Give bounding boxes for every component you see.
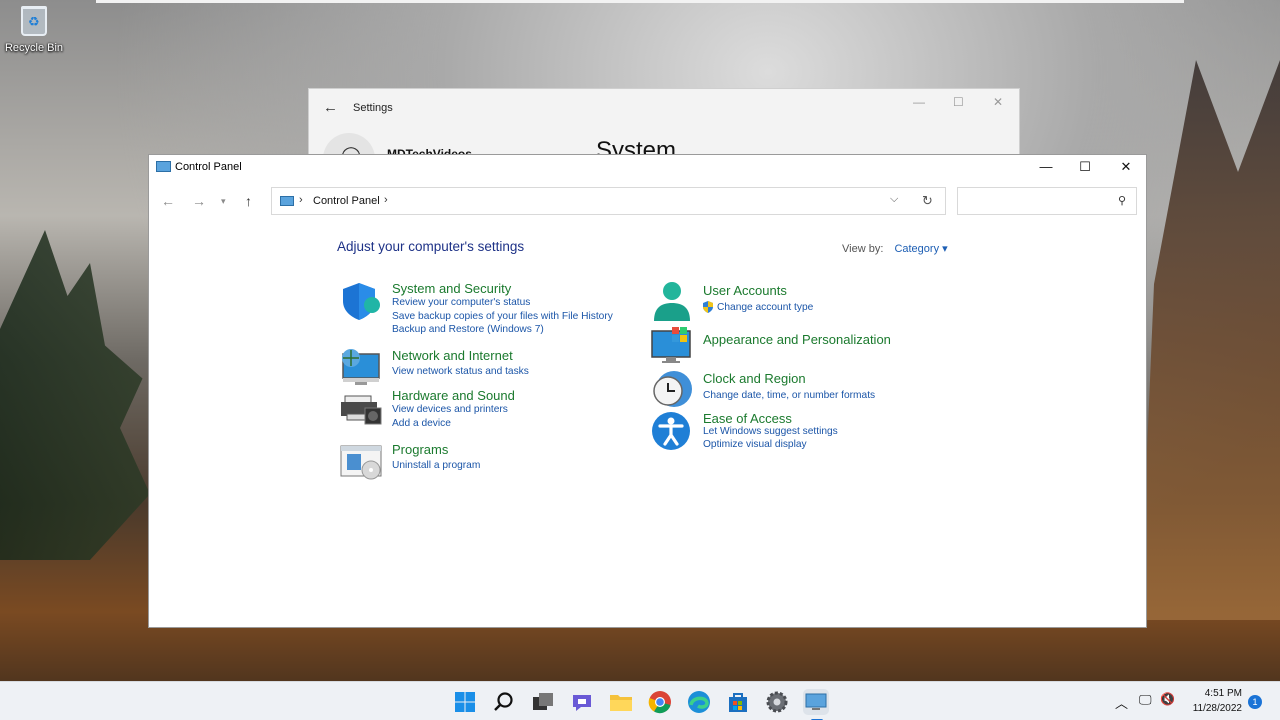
clock-date[interactable]: 11/28/2022 (1180, 703, 1242, 714)
view-by-value[interactable]: Category (894, 243, 939, 255)
link-devices-printers[interactable]: View devices and printers (392, 404, 508, 415)
link-file-history[interactable]: Save backup copies of your files with Fi… (392, 311, 613, 322)
chrome-icon[interactable] (647, 689, 673, 715)
control-panel-window: Control Panel — ☐ ✕ ← → ▾ ↑ › Control Pa… (148, 154, 1147, 628)
chevron-right-icon[interactable]: › (384, 194, 388, 206)
maximize-button[interactable]: ☐ (1070, 157, 1100, 177)
recycle-bin-label: Recycle Bin (4, 42, 64, 54)
clock-time[interactable]: 4:51 PM (1188, 688, 1242, 699)
title-bar[interactable]: Control Panel — ☐ ✕ (149, 155, 1146, 179)
store-icon[interactable] (725, 689, 751, 715)
chevron-right-icon[interactable]: › (299, 194, 303, 206)
close-icon[interactable]: ✕ (993, 95, 1003, 109)
category-title[interactable]: Programs (392, 442, 448, 457)
printer-icon (341, 395, 382, 425)
search-box[interactable]: ⚲ (957, 187, 1137, 215)
tree-silhouette (0, 230, 150, 560)
back-arrow-icon[interactable]: ← (161, 193, 175, 209)
settings-gear-icon[interactable] (764, 689, 790, 715)
volume-mute-icon[interactable]: 🔇 (1160, 692, 1175, 706)
view-by-label: View by: (842, 243, 884, 255)
category-system-security: System and Security Review your computer… (339, 281, 639, 341)
category-title[interactable]: User Accounts (703, 283, 787, 298)
forward-arrow-icon[interactable]: → (192, 193, 206, 209)
file-explorer-icon[interactable] (608, 689, 634, 715)
minimize-button[interactable]: — (1031, 157, 1061, 177)
network-globe-icon (342, 349, 380, 385)
taskbar: ︿ 🖵 🔇 4:51 PM 11/28/2022 1 (0, 681, 1280, 720)
category-network-internet: Network and Internet View network status… (339, 348, 639, 388)
recycle-bin-icon: ♻ (21, 6, 47, 36)
notification-badge[interactable]: 1 (1248, 695, 1262, 709)
breadcrumb[interactable]: Control Panel (313, 195, 380, 207)
category-title[interactable]: System and Security (392, 281, 511, 296)
window-title: Control Panel (175, 161, 242, 173)
category-title[interactable]: Ease of Access (703, 411, 792, 426)
maximize-icon[interactable]: ☐ (953, 95, 964, 109)
address-bar[interactable]: › Control Panel › ⌵ ↻ (271, 187, 946, 215)
category-title[interactable]: Appearance and Personalization (703, 332, 891, 347)
category-clock-region: Clock and Region Change date, time, or n… (650, 369, 950, 409)
category-appearance: Appearance and Personalization (650, 327, 950, 367)
control-panel-icon (156, 161, 171, 172)
settings-title: Settings (353, 102, 393, 114)
close-button[interactable]: ✕ (1111, 157, 1141, 177)
task-view-icon[interactable] (530, 689, 556, 715)
up-arrow-icon[interactable]: ↑ (245, 193, 252, 209)
accessibility-icon (652, 412, 690, 450)
category-hardware-sound: Hardware and Sound View devices and prin… (339, 388, 639, 429)
edge-icon[interactable] (686, 689, 712, 715)
category-user-accounts: User Accounts Change account type (650, 281, 950, 321)
category-title[interactable]: Clock and Region (703, 371, 806, 386)
link-add-device[interactable]: Add a device (392, 418, 451, 429)
category-ease-of-access: Ease of Access Let Windows suggest setti… (650, 411, 950, 451)
category-programs: Programs Uninstall a program (339, 442, 639, 482)
link-backup-restore[interactable]: Backup and Restore (Windows 7) (392, 324, 544, 335)
link-optimize-display[interactable]: Optimize visual display (703, 439, 807, 450)
refresh-icon[interactable]: ↻ (922, 193, 933, 209)
start-icon[interactable] (452, 689, 478, 715)
chevron-down-icon[interactable]: ⌵ (890, 193, 898, 206)
view-by-dropdown[interactable]: Category ▾ (894, 243, 947, 255)
minimize-icon[interactable]: — (913, 95, 925, 109)
back-arrow-icon[interactable]: ← (323, 99, 338, 116)
search-icon[interactable] (491, 689, 517, 715)
view-by: View by: Category ▾ (842, 242, 948, 255)
programs-icon (340, 445, 382, 480)
chat-icon[interactable] (569, 689, 595, 715)
search-icon[interactable]: ⚲ (1118, 194, 1126, 207)
mountain-silhouette (1140, 60, 1280, 620)
recent-dropdown-icon[interactable]: ▾ (221, 196, 226, 207)
clock-globe-icon (653, 371, 692, 407)
window-edge-strip (96, 0, 1184, 3)
link-review-status[interactable]: Review your computer's status (392, 297, 530, 308)
recycle-bin[interactable]: ♻ Recycle Bin (4, 6, 64, 54)
search-input[interactable] (964, 189, 1114, 213)
control-panel-icon (280, 196, 294, 206)
category-title[interactable]: Network and Internet (392, 348, 513, 363)
link-uninstall-program[interactable]: Uninstall a program (392, 460, 480, 471)
link-change-date-formats[interactable]: Change date, time, or number formats (703, 390, 875, 401)
network-icon[interactable]: 🖵 (1139, 692, 1152, 708)
link-change-account-type[interactable]: Change account type (717, 302, 813, 313)
user-icon (654, 282, 690, 321)
monitor-palette-icon (651, 327, 691, 363)
page-title: Adjust your computer's settings (337, 239, 525, 254)
category-title[interactable]: Hardware and Sound (392, 388, 515, 403)
control-panel-icon[interactable] (803, 689, 829, 720)
link-network-status[interactable]: View network status and tasks (392, 366, 529, 377)
uac-shield-icon (702, 301, 714, 316)
link-suggest-settings[interactable]: Let Windows suggest settings (703, 426, 838, 437)
shield-icon (343, 283, 380, 320)
chevron-up-icon[interactable]: ︿ (1115, 693, 1128, 712)
